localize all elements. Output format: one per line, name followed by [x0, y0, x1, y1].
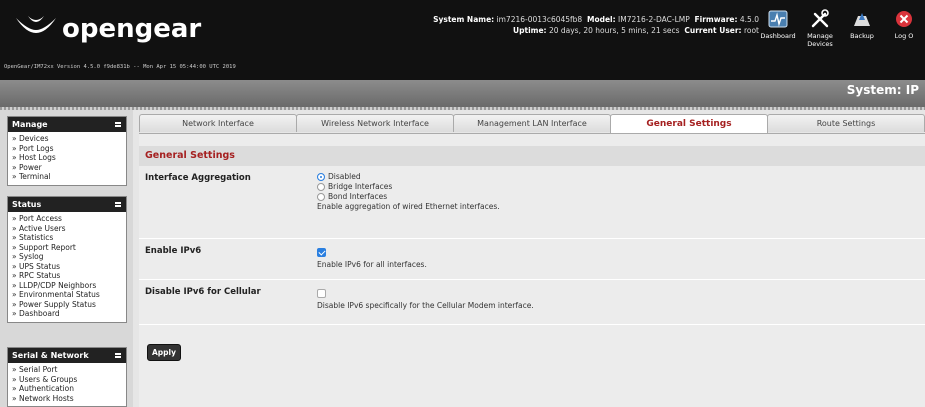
- sidebar-item-lldp-cdp[interactable]: » LLDP/CDP Neighbors: [12, 281, 122, 291]
- sidebar-item-statistics[interactable]: » Statistics: [12, 233, 122, 243]
- status-menu-title: Status: [12, 200, 42, 209]
- tab-route-settings[interactable]: Route Settings: [767, 114, 925, 132]
- sidebar-item-host-logs[interactable]: » Host Logs: [12, 153, 122, 163]
- tab-wireless-network-interface[interactable]: Wireless Network Interface: [296, 114, 454, 132]
- sidebar-item-environmental[interactable]: » Environmental Status: [12, 290, 122, 300]
- title-bar: System: IP: [0, 80, 925, 107]
- manage-menu-header[interactable]: Manage: [8, 117, 126, 132]
- backup-icon: [854, 13, 870, 26]
- aggregation-label: Interface Aggregation: [145, 173, 251, 183]
- page-title: System: IP: [846, 83, 919, 97]
- sidebar-item-users-groups[interactable]: » Users & Groups: [12, 375, 122, 385]
- minimize-icon[interactable]: [115, 353, 121, 358]
- manage-menu-title: Manage: [12, 120, 48, 129]
- top-header: opengear OpenGear/IM72xx Version 4.5.0 f…: [0, 0, 925, 80]
- uptime-label: Uptime:: [513, 26, 547, 35]
- tab-management-lan-interface[interactable]: Management LAN Interface: [453, 114, 611, 132]
- logout-icon: [896, 11, 912, 27]
- sidebar-item-power-supply[interactable]: » Power Supply Status: [12, 300, 122, 310]
- system-info: System Name: im7216-0013c6045fb8 Model: …: [339, 14, 759, 36]
- enable-ipv6-help: Enable IPv6 for all interfaces.: [317, 260, 427, 269]
- tab-bar: Network Interface Wireless Network Inter…: [139, 114, 925, 133]
- dashboard-label: Dashboard: [760, 32, 796, 40]
- logout-button[interactable]: Log O: [883, 8, 925, 48]
- radio-disabled[interactable]: Disabled: [317, 172, 500, 182]
- sidebar-item-power[interactable]: » Power: [12, 163, 122, 173]
- opengear-logo[interactable]: opengear: [14, 14, 201, 44]
- backup-label: Backup: [850, 32, 874, 40]
- radio-bond[interactable]: Bond Interfaces: [317, 192, 500, 202]
- status-menu-header[interactable]: Status: [8, 197, 126, 212]
- system-name-label: System Name:: [433, 15, 495, 24]
- sidebar-item-port-access[interactable]: » Port Access: [12, 214, 122, 224]
- settings-panel: General Settings Interface Aggregation D…: [139, 133, 925, 407]
- dashboard-button[interactable]: Dashboard: [757, 8, 799, 48]
- status-menu: Status » Port Access » Active Users » St…: [7, 196, 127, 323]
- current-user-label: Current User:: [684, 26, 742, 35]
- tools-icon: [811, 9, 829, 28]
- main-content: Network Interface Wireless Network Inter…: [133, 110, 925, 407]
- sidebar-item-authentication[interactable]: » Authentication: [12, 384, 122, 394]
- manage-devices-button[interactable]: Manage Devices: [799, 8, 841, 48]
- tab-network-interface[interactable]: Network Interface: [139, 114, 297, 132]
- logout-label: Log O: [894, 32, 914, 40]
- radio-bond-label: Bond Interfaces: [328, 192, 388, 201]
- radio-bridge[interactable]: Bridge Interfaces: [317, 182, 500, 192]
- sidebar-item-support-report[interactable]: » Support Report: [12, 243, 122, 253]
- disable-ipv6-cellular-help: Disable IPv6 specifically for the Cellul…: [317, 301, 534, 310]
- opengear-logo-icon: [16, 16, 56, 33]
- tab-general-settings[interactable]: General Settings: [610, 114, 768, 133]
- disable-ipv6-cellular-row: Disable IPv6 for Cellular Disable IPv6 s…: [139, 281, 925, 325]
- aggregation-options: Disabled Bridge Interfaces Bond Interfac…: [317, 172, 500, 212]
- sidebar-item-rpc-status[interactable]: » RPC Status: [12, 271, 122, 281]
- minimize-icon[interactable]: [115, 122, 121, 127]
- radio-disabled-label: Disabled: [328, 172, 361, 181]
- sidebar-item-dashboard[interactable]: » Dashboard: [12, 309, 122, 319]
- disable-ipv6-cellular-label: Disable IPv6 for Cellular: [145, 287, 261, 297]
- logo-text: opengear: [62, 14, 202, 44]
- manage-menu: Manage » Devices » Port Logs » Host Logs…: [7, 116, 127, 186]
- version-line: OpenGear/IM72xx Version 4.5.0 f9de831b -…: [4, 64, 236, 70]
- disable-ipv6-cellular-control: Disable IPv6 specifically for the Cellul…: [317, 286, 534, 311]
- sidebar-item-syslog[interactable]: » Syslog: [12, 252, 122, 262]
- sidebar-item-devices[interactable]: » Devices: [12, 134, 122, 144]
- serial-network-menu-title: Serial & Network: [12, 351, 89, 360]
- model-value: IM7216-2-DAC-LMP: [618, 15, 690, 24]
- radio-selected-icon[interactable]: [317, 173, 325, 181]
- enable-ipv6-checkbox[interactable]: [317, 248, 326, 257]
- serial-network-menu-header[interactable]: Serial & Network: [8, 348, 126, 363]
- uptime-value: 20 days, 20 hours, 5 mins, 21 secs: [548, 26, 680, 35]
- sidebar-item-network-hosts[interactable]: » Network Hosts: [12, 394, 122, 404]
- minimize-icon[interactable]: [115, 202, 121, 207]
- aggregation-help: Enable aggregation of wired Ethernet int…: [317, 202, 500, 211]
- manage-devices-label: Manage Devices: [807, 32, 833, 48]
- section-title: General Settings: [139, 146, 925, 166]
- sidebar-item-serial-port[interactable]: » Serial Port: [12, 365, 122, 375]
- enable-ipv6-label: Enable IPv6: [145, 246, 202, 256]
- top-actions: Dashboard Manage Devices Backup Log O: [757, 8, 925, 48]
- system-name-value: im7216-0013c6045fb8: [496, 15, 583, 24]
- sidebar: Manage » Devices » Port Logs » Host Logs…: [0, 110, 133, 407]
- disable-ipv6-cellular-checkbox[interactable]: [317, 289, 326, 298]
- radio-unselected-icon[interactable]: [317, 193, 325, 201]
- enable-ipv6-control: Enable IPv6 for all interfaces.: [317, 245, 427, 270]
- sidebar-item-port-logs[interactable]: » Port Logs: [12, 144, 122, 154]
- dashboard-icon: [768, 10, 788, 28]
- sidebar-item-terminal[interactable]: » Terminal: [12, 172, 122, 182]
- apply-button[interactable]: Apply: [147, 344, 181, 361]
- enable-ipv6-row: Enable IPv6 Enable IPv6 for all interfac…: [139, 240, 925, 280]
- sidebar-item-ups-status[interactable]: » UPS Status: [12, 262, 122, 272]
- firmware-label: Firmware:: [694, 15, 738, 24]
- model-label: Model:: [586, 15, 616, 24]
- serial-network-menu: Serial & Network » Serial Port » Users &…: [7, 347, 127, 407]
- backup-button[interactable]: Backup: [841, 8, 883, 48]
- radio-unselected-icon[interactable]: [317, 183, 325, 191]
- sidebar-item-active-users[interactable]: » Active Users: [12, 224, 122, 234]
- aggregation-row: Interface Aggregation Disabled Bridge In…: [139, 167, 925, 239]
- radio-bridge-label: Bridge Interfaces: [328, 182, 393, 191]
